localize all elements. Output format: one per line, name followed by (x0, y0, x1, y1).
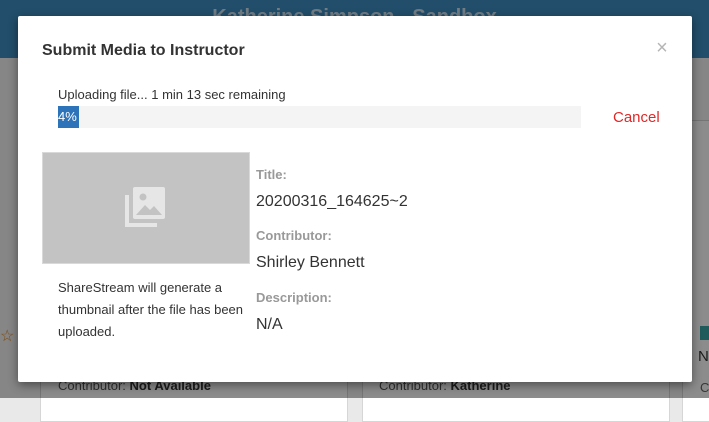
title-value: 20200316_164625~2 (256, 193, 408, 210)
contributor-value: Shirley Bennett (256, 254, 365, 271)
upload-progress-bar: 4% (58, 106, 581, 128)
thumbnail-placeholder (42, 152, 250, 264)
dialog-title: Submit Media to Instructor (42, 42, 245, 59)
image-gallery-icon (125, 187, 165, 227)
close-icon[interactable]: × (653, 38, 671, 58)
contributor-label: Contributor: (256, 228, 332, 243)
description-value: N/A (256, 316, 283, 333)
description-label: Description: (256, 290, 332, 305)
thumbnail-note: ShareStream will generate a thumbnail af… (58, 280, 244, 339)
title-label: Title: (256, 167, 287, 182)
submit-media-dialog: Submit Media to Instructor × Uploading f… (18, 16, 692, 382)
upload-status-text: Uploading file... 1 min 13 sec remaining (58, 87, 286, 102)
upload-progress-label: 4% (58, 109, 77, 124)
cancel-upload-button[interactable]: Cancel (613, 109, 660, 126)
